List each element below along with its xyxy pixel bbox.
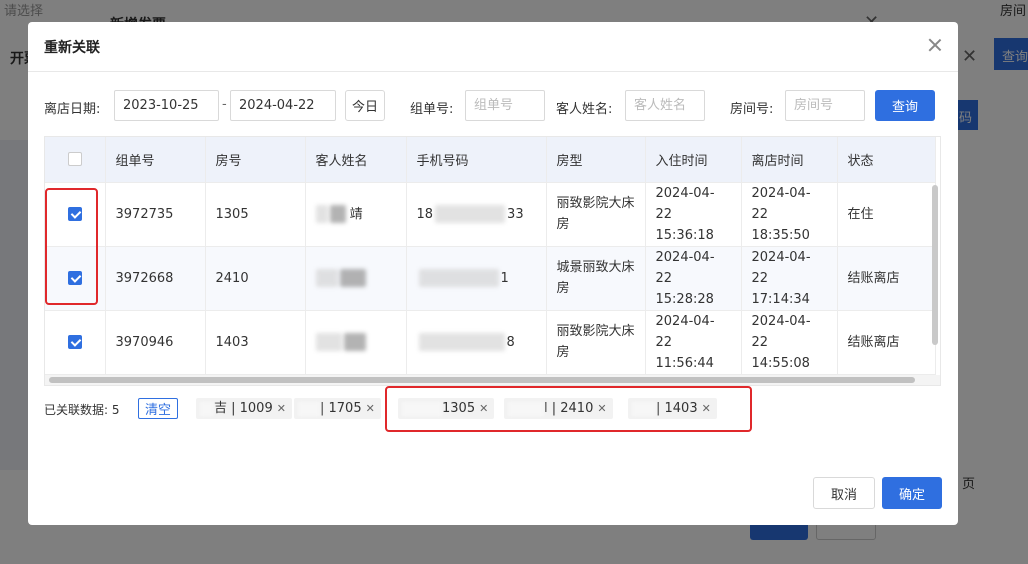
col-phone: 手机号码 (406, 137, 547, 183)
cell-group-no: 3972735 (105, 182, 206, 247)
linked-tag: 吉 | 1009 ✕ (196, 398, 292, 419)
checkout-date-label: 离店日期: (44, 102, 101, 117)
cell-room: 1305 (205, 182, 306, 247)
cell-checkout: 2024-04-22 17:14:34 (741, 246, 838, 311)
filter-bar: 离店日期: - 今日 组单号: 客人姓名: 房间号: 查询 (44, 90, 944, 122)
col-group-no: 组单号 (105, 137, 206, 183)
group-no-input[interactable] (465, 90, 545, 121)
guest-name-input[interactable] (625, 90, 705, 121)
cell-checkin: 2024-04-22 15:28:28 (645, 246, 742, 311)
cell-phone: 18 33 (406, 182, 547, 247)
cell-checkin: 2024-04-22 15:36:18 (645, 182, 742, 247)
col-room: 房号 (205, 137, 306, 183)
row-checkbox[interactable] (67, 335, 82, 349)
today-button[interactable]: 今日 (345, 90, 385, 121)
cell-guest: 靖 (305, 182, 407, 247)
select-all-checkbox[interactable] (67, 152, 82, 167)
cell-status: 结账离店 (837, 310, 936, 375)
cancel-button[interactable]: 取消 (813, 477, 875, 509)
table-header-row: 组单号 房号 客人姓名 手机号码 房型 入住时间 离店时间 状态 (45, 137, 936, 183)
row-checkbox-cell[interactable] (45, 310, 106, 375)
room-no-label: 房间号: (730, 102, 774, 117)
cell-checkout: 2024-04-22 18:35:50 (741, 182, 838, 247)
select-all-cell[interactable] (45, 137, 106, 183)
col-checkout: 离店时间 (741, 137, 838, 183)
group-no-label: 组单号: (410, 102, 454, 117)
room-no-input[interactable] (785, 90, 865, 121)
tag-close-icon[interactable]: ✕ (277, 402, 286, 415)
cell-room-type: 城景丽致大床房 (546, 246, 646, 311)
ok-button[interactable]: 确定 (882, 477, 942, 509)
linked-tag: | 1705 ✕ (294, 398, 381, 419)
cell-room-type: 丽致影院大床房 (546, 310, 646, 375)
col-checkin: 入住时间 (645, 137, 742, 183)
close-icon[interactable] (926, 36, 944, 54)
cell-guest (305, 246, 407, 311)
table-row[interactable]: 3972668 2410 1 城景丽致大床房 2024-04-22 15:28:28 20… (45, 246, 936, 311)
cell-guest (305, 310, 407, 375)
cell-status: 在住 (837, 182, 936, 247)
horizontal-scrollbar[interactable] (49, 377, 915, 383)
col-status: 状态 (837, 137, 936, 183)
dialog-header: 重新关联 (28, 22, 958, 72)
dialog-title: 重新关联 (44, 40, 100, 56)
col-room-type: 房型 (546, 137, 646, 183)
date-end-input[interactable] (230, 90, 336, 121)
cell-room: 1403 (205, 310, 306, 375)
clear-button[interactable]: 清空 (138, 398, 178, 419)
guest-name-label: 客人姓名: (556, 102, 613, 117)
query-button[interactable]: 查询 (875, 90, 935, 121)
cell-group-no: 3972668 (105, 246, 206, 311)
annotation-tags-box (385, 386, 752, 432)
linked-count-label: 已关联数据: 5 (44, 403, 120, 417)
cell-checkout: 2024-04-22 14:55:08 (741, 310, 838, 375)
cell-phone: 1 (406, 246, 547, 311)
vertical-scrollbar[interactable] (932, 185, 938, 345)
table-row[interactable]: 3972735 1305 靖 18 33 丽致影院大床房 2024-04-22 15:36:… (45, 182, 936, 247)
cell-room: 2410 (205, 246, 306, 311)
cell-checkin: 2024-04-22 11:56:44 (645, 310, 742, 375)
cell-group-no: 3970946 (105, 310, 206, 375)
date-separator: - (222, 97, 227, 112)
cell-status: 结账离店 (837, 246, 936, 311)
orders-table: 组单号 房号 客人姓名 手机号码 房型 入住时间 离店时间 状态 3972735… (44, 136, 941, 386)
cell-phone: 8 (406, 310, 547, 375)
annotation-checkbox-box (45, 188, 98, 305)
tag-close-icon[interactable]: ✕ (366, 402, 375, 415)
col-guest: 客人姓名 (305, 137, 407, 183)
cell-room-type: 丽致影院大床房 (546, 182, 646, 247)
date-start-input[interactable] (114, 90, 219, 121)
table-row[interactable]: 3970946 1403 8 丽致影院大床房 2024-04-22 11:56:44 20… (45, 310, 936, 375)
relink-dialog: 重新关联 离店日期: - 今日 组单号: 客人姓名: 房间号: 查询 组单号 (28, 22, 958, 525)
horizontal-scroll-track (45, 375, 940, 385)
